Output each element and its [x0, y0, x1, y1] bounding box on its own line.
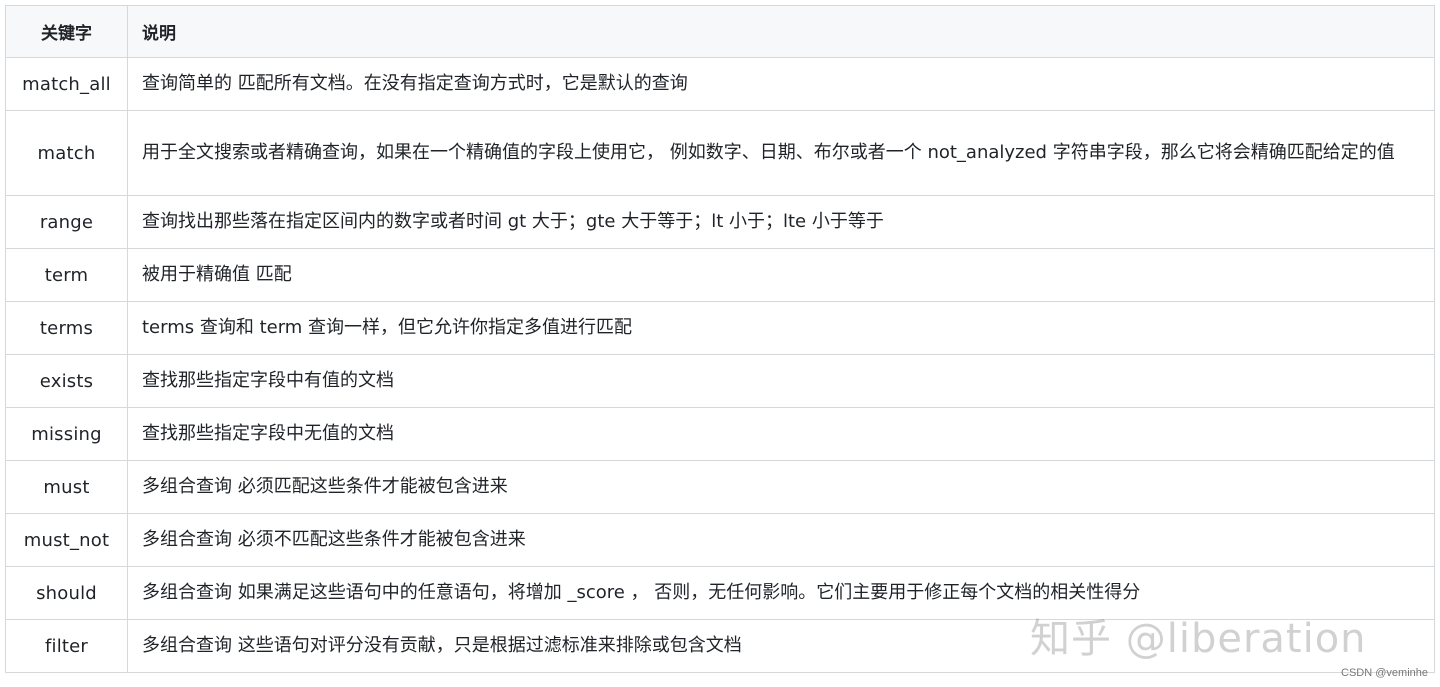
- table-header: 关键字 说明: [5, 5, 1435, 58]
- table-row: term 被用于精确值 匹配: [5, 248, 1435, 302]
- description-cell: 查询找出那些落在指定区间内的数字或者时间 gt 大于；gte 大于等于；lt 小…: [127, 195, 1435, 249]
- keyword-cell: must_not: [5, 513, 128, 567]
- keyword-cell: term: [5, 248, 128, 302]
- keyword-cell: should: [5, 566, 128, 620]
- table-row: must_not 多组合查询 必须不匹配这些条件才能被包含进来: [5, 513, 1435, 567]
- keyword-cell: terms: [5, 301, 128, 355]
- description-cell: 多组合查询 必须匹配这些条件才能被包含进来: [127, 460, 1435, 514]
- table-row: range 查询找出那些落在指定区间内的数字或者时间 gt 大于；gte 大于等…: [5, 195, 1435, 249]
- table-row: match_all 查询简单的 匹配所有文档。在没有指定查询方式时，它是默认的查…: [5, 57, 1435, 111]
- keyword-table: 关键字 说明 match_all 查询简单的 匹配所有文档。在没有指定查询方式时…: [5, 5, 1435, 673]
- header-description: 说明: [127, 5, 1435, 58]
- csdn-credit: CSDN @veminhe: [1341, 667, 1428, 679]
- header-keyword: 关键字: [5, 5, 128, 58]
- table-row: must 多组合查询 必须匹配这些条件才能被包含进来: [5, 460, 1435, 514]
- description-cell: 查找那些指定字段中无值的文档: [127, 407, 1435, 461]
- table-row: match 用于全文搜索或者精确查询，如果在一个精确值的字段上使用它， 例如数字…: [5, 110, 1435, 196]
- keyword-cell: exists: [5, 354, 128, 408]
- keyword-cell: filter: [5, 619, 128, 673]
- table-row: missing 查找那些指定字段中无值的文档: [5, 407, 1435, 461]
- keyword-cell: range: [5, 195, 128, 249]
- description-cell: 被用于精确值 匹配: [127, 248, 1435, 302]
- table-row: terms terms 查询和 term 查询一样，但它允许你指定多值进行匹配: [5, 301, 1435, 355]
- keyword-cell: match: [5, 110, 128, 196]
- description-cell: terms 查询和 term 查询一样，但它允许你指定多值进行匹配: [127, 301, 1435, 355]
- keyword-cell: must: [5, 460, 128, 514]
- description-cell: 用于全文搜索或者精确查询，如果在一个精确值的字段上使用它， 例如数字、日期、布尔…: [127, 110, 1435, 196]
- description-cell: 多组合查询 必须不匹配这些条件才能被包含进来: [127, 513, 1435, 567]
- keyword-cell: match_all: [5, 57, 128, 111]
- zhihu-watermark: 知乎 @liberation: [1030, 616, 1367, 662]
- description-cell: 查询简单的 匹配所有文档。在没有指定查询方式时，它是默认的查询: [127, 57, 1435, 111]
- keyword-cell: missing: [5, 407, 128, 461]
- table-row: exists 查找那些指定字段中有值的文档: [5, 354, 1435, 408]
- description-cell: 查找那些指定字段中有值的文档: [127, 354, 1435, 408]
